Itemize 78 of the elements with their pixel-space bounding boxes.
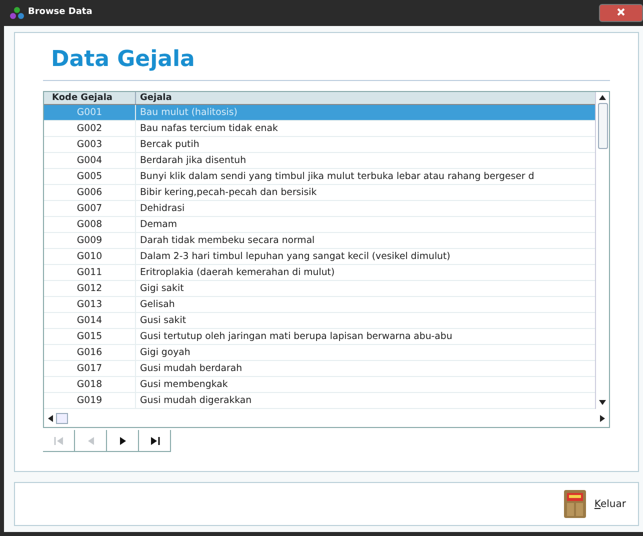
- table-cell-text: Bunyi klik dalam sendi yang timbul jika mulut terbuka lebar atau rahang bergeser d: [139, 170, 536, 184]
- table-cell-text: Bibir kering,pecah-pecah dan bersisik: [139, 186, 318, 200]
- table-cell-text: Bau nafas tercium tidak enak: [139, 122, 279, 136]
- table-cell-text: Gusi membengkak: [139, 378, 229, 392]
- table-cell: G007: [44, 201, 136, 216]
- table-row[interactable]: G015 Gusi tertutup oleh jaringan mati berupa lapisan berwarna abu-abu: [44, 329, 595, 345]
- table-row[interactable]: G013 Gelisah: [44, 297, 595, 313]
- table-cell-text: Dalam 2-3 hari timbul lepuhan yang sangat kecil (vesikel dimulut): [139, 250, 452, 264]
- table-cell-text: Gusi mudah berdarah: [139, 362, 244, 376]
- table-cell-text: Darah tidak membeku secara normal: [139, 234, 316, 248]
- table-row[interactable]: G016 Gigi goyah: [44, 345, 595, 361]
- table-cell: G004: [44, 153, 136, 168]
- table-cell: G012: [44, 281, 136, 296]
- table-cell: G014: [44, 313, 136, 328]
- table-cell: G009: [44, 233, 136, 248]
- window-title: Browse Data: [28, 6, 92, 20]
- page-heading: Data Gejala: [43, 43, 610, 81]
- table-row[interactable]: G017 Gusi mudah berdarah: [44, 361, 595, 377]
- table-cell-text: Gigi goyah: [139, 346, 192, 360]
- table-row[interactable]: G009 Darah tidak membeku secara normal: [44, 233, 595, 249]
- column-header[interactable]: Kode Gejala: [44, 92, 136, 104]
- close-icon: [617, 8, 625, 16]
- last-button[interactable]: [139, 430, 171, 452]
- table-cell-text: Berdarah jika disentuh: [139, 154, 248, 168]
- table-row[interactable]: G008 Demam: [44, 217, 595, 233]
- app-icon: [10, 7, 24, 19]
- last-icon: [150, 436, 160, 446]
- table-cell-text: Gusi tertutup oleh jaringan mati berupa lapisan berwarna abu-abu: [139, 330, 454, 344]
- table-cell-text: Bau mulut (halitosis): [139, 106, 238, 120]
- column-header[interactable]: Gejala: [136, 92, 595, 104]
- table-cell-text: Gigi sakit: [139, 282, 185, 296]
- table-row[interactable]: G003 Bercak putih: [44, 137, 595, 153]
- vertical-scrollbar[interactable]: [595, 92, 609, 409]
- table-row[interactable]: G018 Gusi membengkak: [44, 377, 595, 393]
- previous-icon: [86, 436, 96, 446]
- table-row[interactable]: G011 Eritroplakia (daerah kemerahan di mulut): [44, 265, 595, 281]
- table-cell: G005: [44, 169, 136, 184]
- table-cell: G013: [44, 297, 136, 312]
- scroll-down-icon[interactable]: [599, 400, 606, 405]
- table-cell: G010: [44, 249, 136, 264]
- close-button[interactable]: [599, 4, 643, 22]
- table-cell: G001: [44, 105, 136, 120]
- table-cell-text: Gusi mudah digerakkan: [139, 394, 253, 408]
- table-cell: G016: [44, 345, 136, 360]
- table-cell: G018: [44, 377, 136, 392]
- table-cell-text: Gelisah: [139, 298, 176, 312]
- table-cell: G017: [44, 361, 136, 376]
- table-cell-text: Demam: [139, 218, 178, 232]
- table-cell: G019: [44, 393, 136, 408]
- scroll-left-icon[interactable]: [48, 414, 53, 422]
- first-icon: [54, 436, 64, 446]
- table-cell-text: Bercak putih: [139, 138, 200, 152]
- table-cell-text: Dehidrasi: [139, 202, 186, 216]
- table-row[interactable]: G012 Gigi sakit: [44, 281, 595, 297]
- table-cell: G015: [44, 329, 136, 344]
- scroll-thumb[interactable]: [56, 412, 68, 424]
- table-cell: G006: [44, 185, 136, 200]
- table-row[interactable]: G006 Bibir kering,pecah-pecah dan bersisik: [44, 185, 595, 201]
- table-cell: G008: [44, 217, 136, 232]
- table-cell: G011: [44, 265, 136, 280]
- table-row[interactable]: G019 Gusi mudah digerakkan: [44, 393, 595, 409]
- scroll-thumb[interactable]: [598, 103, 608, 149]
- exit-door-icon: [564, 490, 586, 518]
- table-cell: G003: [44, 137, 136, 152]
- table-cell-text: Eritroplakia (daerah kemerahan di mulut): [139, 266, 336, 280]
- scroll-right-icon[interactable]: [600, 414, 605, 422]
- table-row[interactable]: G002 Bau nafas tercium tidak enak: [44, 121, 595, 137]
- next-icon: [118, 436, 128, 446]
- next-button[interactable]: [107, 430, 139, 452]
- table-row[interactable]: G007 Dehidrasi: [44, 201, 595, 217]
- table-row[interactable]: G004 Berdarah jika disentuh: [44, 153, 595, 169]
- scroll-up-icon[interactable]: [599, 95, 606, 100]
- exit-button[interactable]: Keluar: [564, 490, 626, 518]
- table-cell-text: Gusi sakit: [139, 314, 188, 328]
- table-row[interactable]: G005 Bunyi klik dalam sendi yang timbul jika mulut terbuka lebar atau rahang bergeser d: [44, 169, 595, 185]
- table-row[interactable]: G014 Gusi sakit: [44, 313, 595, 329]
- table-row[interactable]: G010 Dalam 2-3 hari timbul lepuhan yang sangat kecil (vesikel dimulut): [44, 249, 595, 265]
- table-cell: G002: [44, 121, 136, 136]
